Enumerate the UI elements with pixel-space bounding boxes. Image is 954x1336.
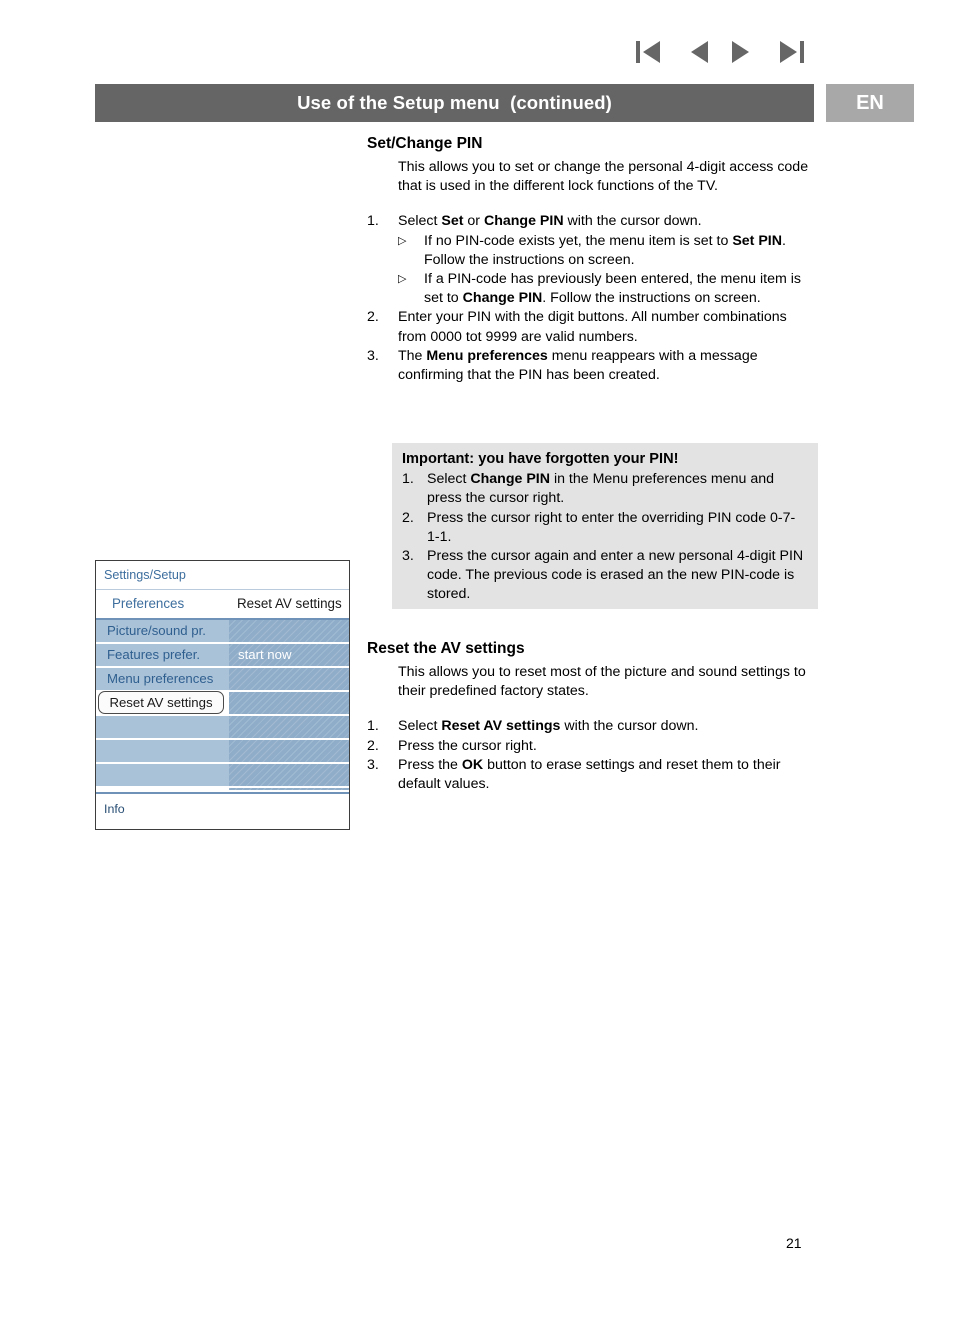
step-number: 3. — [367, 347, 379, 364]
option-row — [229, 668, 349, 692]
list-item: 2. Press the cursor right. — [367, 737, 819, 756]
step-number: 1. — [402, 471, 414, 488]
step-text: Select Change PIN in the Menu preference… — [427, 471, 774, 507]
step-number: 3. — [367, 756, 379, 773]
breadcrumb: Settings/Setup — [96, 561, 349, 590]
step-text: Select Set or Change PIN with the cursor… — [398, 213, 702, 230]
triangle-bullet-icon: ▷ — [398, 234, 407, 247]
list-item: ▷ If a PIN-code has previously been ente… — [398, 270, 819, 308]
list-item: 1. Select Change PIN in the Menu prefere… — [402, 470, 806, 508]
next-page-icon[interactable] — [732, 41, 756, 63]
option-row — [229, 692, 349, 716]
step-text: Press the OK button to erase settings an… — [398, 756, 781, 793]
tv-menu-column-headers: Preferences Reset AV settings — [96, 590, 349, 620]
page-header-bar: Use of the Setup menu (continued) — [95, 84, 814, 122]
list-item: 1. Select Set or Change PIN with the cur… — [367, 212, 819, 231]
triangle-bullet-icon: ▷ — [398, 273, 407, 286]
step-text: Press the cursor right to enter the over… — [427, 509, 796, 545]
menu-item-menu-preferences[interactable]: Menu preferences — [96, 668, 229, 692]
option-row — [229, 620, 349, 644]
reset-steps-list: 1. Select Reset AV settings with the cur… — [367, 717, 819, 794]
page-number: 21 — [786, 1235, 802, 1251]
list-item: 2. Enter your PIN with the digit buttons… — [367, 308, 819, 346]
option-row — [229, 740, 349, 764]
important-callout-box: Important: you have forgotten your PIN! … — [392, 443, 818, 609]
step-number: 1. — [367, 213, 379, 230]
step-number: 1. — [367, 718, 379, 735]
option-row — [229, 716, 349, 740]
step-number: 2. — [367, 309, 379, 326]
list-item: 1. Select Reset AV settings with the cur… — [367, 717, 819, 736]
pin-intro-paragraph: This allows you to set or change the per… — [398, 159, 809, 195]
tv-menu-info-label: Info — [96, 792, 349, 829]
list-item: 3. The Menu preferences menu reappears w… — [367, 347, 819, 385]
last-page-icon[interactable] — [780, 41, 804, 63]
menu-item-picture-sound[interactable]: Picture/sound pr. — [96, 620, 229, 644]
step-text: The Menu preferences menu reappears with… — [398, 347, 758, 384]
reset-section: Reset the AV settings This allows you to… — [367, 639, 819, 794]
option-row — [229, 764, 349, 788]
previous-page-icon[interactable] — [684, 41, 708, 63]
menu-item-reset-av-settings[interactable]: Reset AV settings — [96, 691, 229, 716]
page-navigation-arrows — [636, 38, 816, 66]
step-number: 2. — [367, 737, 379, 754]
pin-steps-list: 1. Select Set or Change PIN with the cur… — [367, 212, 819, 385]
tv-menu-left-column: Picture/sound pr. Features prefer. Menu … — [96, 620, 229, 790]
menu-item-label-selected: Reset AV settings — [98, 691, 224, 714]
column-header-left: Preferences — [112, 596, 185, 611]
menu-item-empty — [96, 716, 229, 740]
language-badge: EN — [826, 84, 914, 122]
column-header-right: Reset AV settings — [237, 596, 342, 611]
tv-menu-screenshot: Settings/Setup Preferences Reset AV sett… — [95, 560, 350, 830]
step-text: Press the cursor again and enter a new p… — [427, 548, 804, 603]
tv-menu-right-column: start now — [229, 620, 349, 790]
step-text: Select Reset AV settings with the cursor… — [398, 718, 699, 735]
menu-item-features-prefer[interactable]: Features prefer. — [96, 644, 229, 668]
page-title: Use of the Setup menu (continued) — [297, 92, 612, 113]
step-text: Enter your PIN with the digit buttons. A… — [398, 309, 787, 345]
section-title-set-change-pin: Set/Change PIN — [367, 135, 483, 152]
list-item: 3. Press the cursor again and enter a ne… — [402, 547, 806, 605]
step-number: 3. — [402, 548, 414, 565]
section-title-reset-av-settings: Reset the AV settings — [367, 640, 525, 657]
main-content: Set/Change PIN This allows you to set or… — [367, 134, 819, 385]
option-row-start-now[interactable]: start now — [229, 644, 349, 668]
important-title: Important: you have forgotten your PIN! — [402, 451, 679, 467]
list-item: 3. Press the OK button to erase settings… — [367, 756, 819, 794]
list-item: 2. Press the cursor right to enter the o… — [402, 509, 806, 547]
bullet-text: If a PIN-code has previously been entere… — [424, 271, 801, 307]
step-text: Press the cursor right. — [398, 737, 537, 754]
menu-item-empty — [96, 764, 229, 788]
bullet-text: If no PIN-code exists yet, the menu item… — [424, 232, 786, 268]
reset-intro-paragraph: This allows you to reset most of the pic… — [398, 664, 806, 700]
step-number: 2. — [402, 509, 414, 526]
list-item: ▷ If no PIN-code exists yet, the menu it… — [398, 232, 819, 270]
first-page-icon[interactable] — [636, 41, 660, 63]
menu-item-empty — [96, 740, 229, 764]
tv-menu-body: Picture/sound pr. Features prefer. Menu … — [96, 620, 349, 790]
